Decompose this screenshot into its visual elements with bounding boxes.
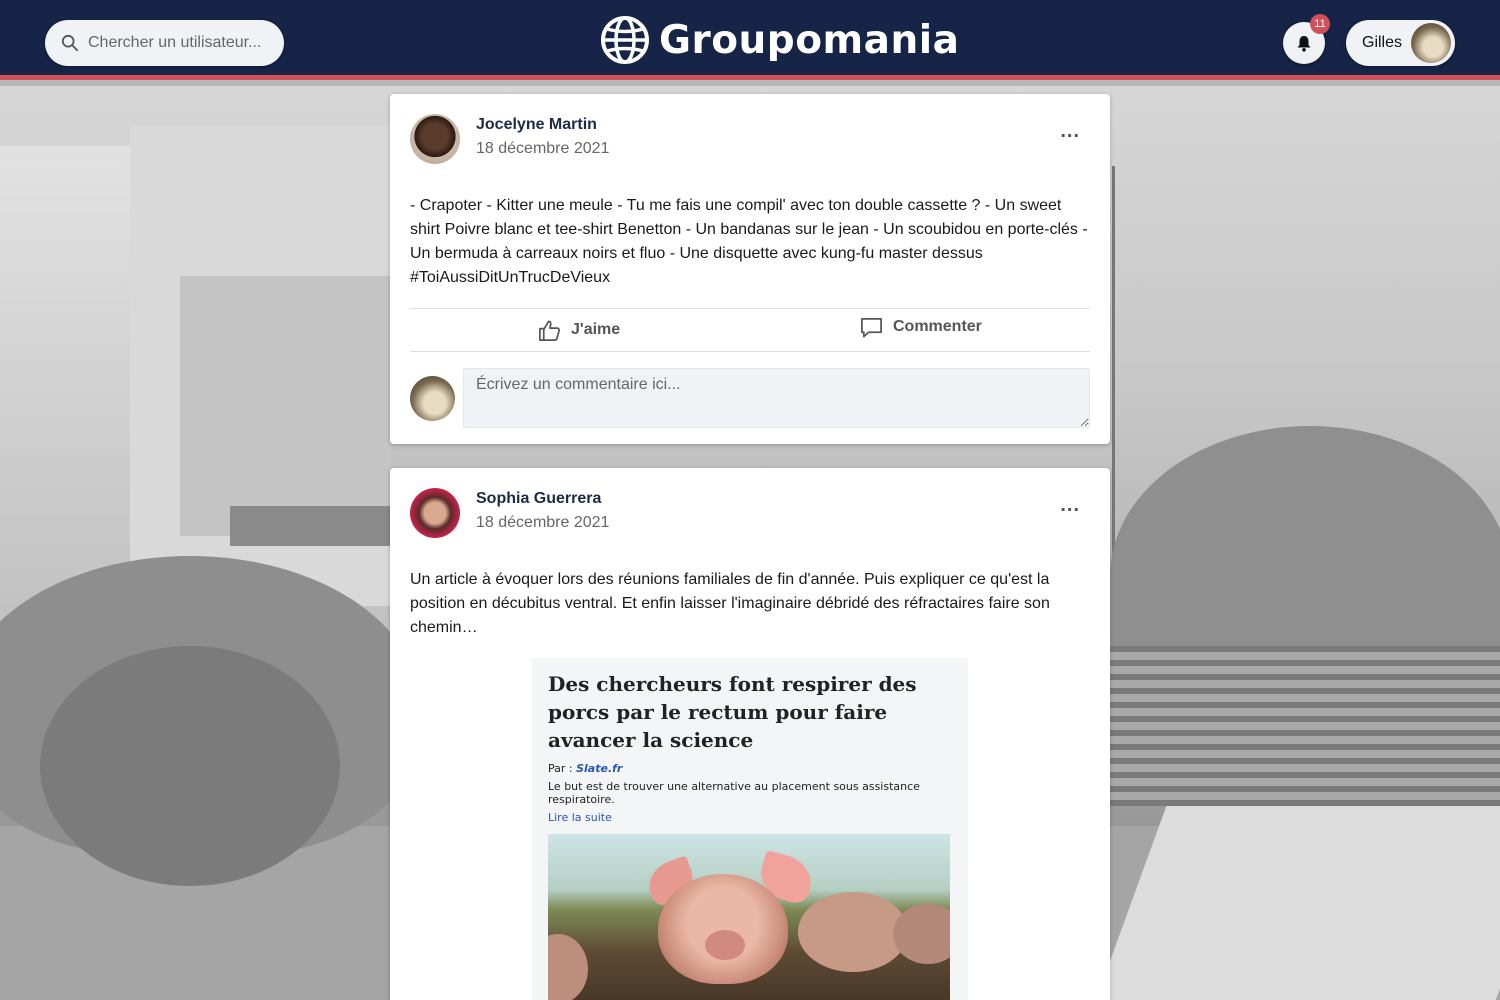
pig-snout-shape xyxy=(705,930,745,960)
post-actions: J'aime Commenter xyxy=(410,308,1090,352)
comment-input[interactable] xyxy=(463,368,1090,428)
article-title: Des chercheurs font respirer des porcs p… xyxy=(548,672,917,752)
globe-icon xyxy=(601,16,649,64)
steps-shape xyxy=(1110,646,1500,806)
post-text: - Crapoter - Kitter une meule - Tu me fa… xyxy=(410,197,1088,286)
user-menu-button[interactable]: Gilles xyxy=(1346,20,1455,66)
author-name[interactable]: Sophia Guerrera xyxy=(476,490,601,508)
building-shape xyxy=(180,276,390,536)
post-date: 18 décembre 2021 xyxy=(476,514,610,531)
read-more-link[interactable]: Lire la suite xyxy=(548,811,952,824)
pig-shape xyxy=(798,892,908,972)
article-source-link[interactable]: Slate.fr xyxy=(576,762,622,775)
top-navbar: Groupomania 11 Gilles xyxy=(0,0,1500,80)
byline-prefix: Par : xyxy=(548,762,577,775)
avatar xyxy=(410,376,455,421)
user-search[interactable] xyxy=(45,20,284,66)
search-input[interactable] xyxy=(88,34,273,52)
pig-shape xyxy=(658,874,788,984)
author-avatar[interactable] xyxy=(410,114,460,164)
post-card: Jocelyne Martin 18 décembre 2021 ... - C… xyxy=(390,94,1110,444)
comment-button[interactable]: Commenter xyxy=(860,306,982,348)
user-name: Gilles xyxy=(1362,34,1403,51)
post-text: Un article à évoquer lors des réunions f… xyxy=(410,571,1050,636)
pig-shape xyxy=(548,934,588,1000)
post-card: Sophia Guerrera 18 décembre 2021 ... Un … xyxy=(390,468,1110,1000)
building-shape xyxy=(230,506,390,546)
more-options-icon[interactable]: ... xyxy=(1060,495,1080,515)
comment-label: Commenter xyxy=(893,318,982,335)
tree-shape xyxy=(40,646,340,886)
notification-badge: 11 xyxy=(1310,14,1330,34)
like-label: J'aime xyxy=(571,321,621,338)
article-image xyxy=(548,834,950,1000)
search-icon xyxy=(61,34,79,52)
flag-pole xyxy=(1112,166,1115,586)
path-shape xyxy=(1093,806,1500,1000)
brand-name: Groupomania xyxy=(659,17,960,63)
pig-shape xyxy=(893,904,950,964)
article-preview[interactable]: Des chercheurs font respirer des porcs p… xyxy=(532,658,968,1000)
thumbs-up-icon xyxy=(539,320,561,341)
like-button[interactable]: J'aime xyxy=(538,309,620,351)
post-date: 18 décembre 2021 xyxy=(476,140,610,157)
brand-logo[interactable]: Groupomania xyxy=(600,14,959,66)
author-name[interactable]: Jocelyne Martin xyxy=(476,116,597,134)
comment-icon xyxy=(861,317,882,337)
author-avatar[interactable] xyxy=(410,488,460,538)
avatar xyxy=(1411,23,1451,63)
article-summary: Le but est de trouver une alternative au… xyxy=(548,780,920,806)
article-byline: Par : Slate.fr xyxy=(548,762,952,775)
bell-icon xyxy=(1297,35,1311,52)
more-options-icon[interactable]: ... xyxy=(1060,121,1080,141)
